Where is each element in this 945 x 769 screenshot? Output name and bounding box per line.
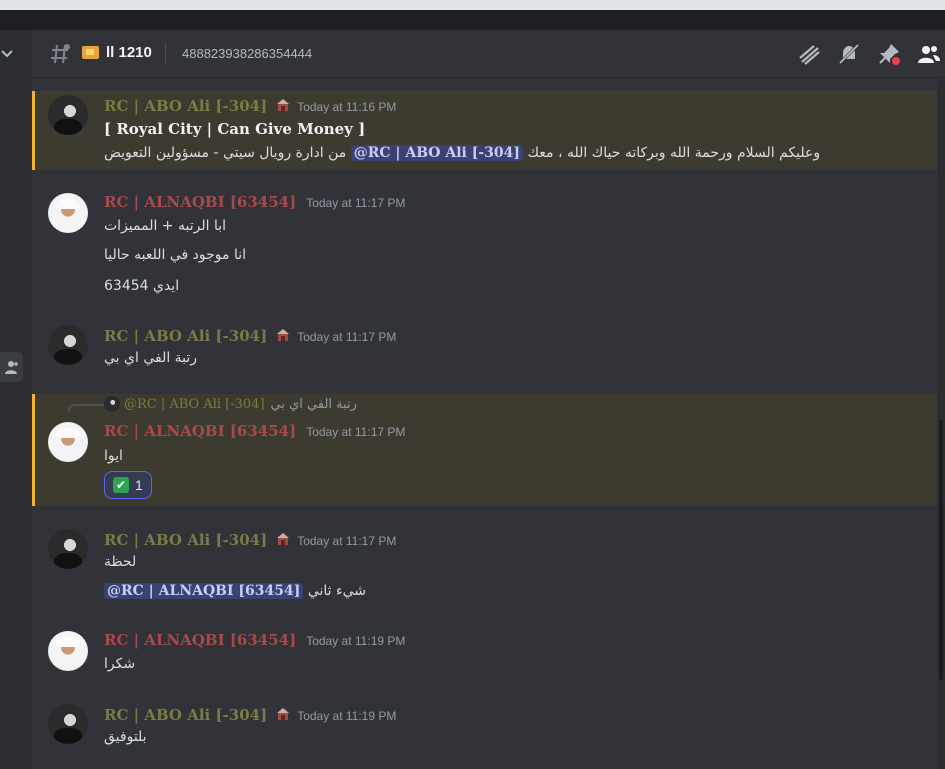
timestamp: Today at 11:17 PM [306, 425, 406, 439]
header-toolbar [797, 42, 941, 66]
timestamp: Today at 11:16 PM [297, 100, 397, 114]
username[interactable]: RC | ABO Ali [-304] [104, 97, 267, 115]
role-icon [275, 706, 291, 722]
message-header: RC | ALNAQBI [63454] Today at 11:17 PM [104, 422, 405, 440]
username[interactable]: RC | ALNAQBI [63454] [104, 631, 296, 649]
message-text: بلتوفيق [104, 729, 147, 745]
role-icon [275, 327, 291, 343]
role-icon [275, 97, 291, 113]
message-text: ايوا [104, 448, 123, 464]
avatar[interactable] [48, 95, 88, 135]
timestamp: Today at 11:19 PM [297, 709, 397, 723]
header-divider [165, 44, 166, 64]
message-item[interactable]: @RC | ABO Ali [-304] رتبة الفي اي بي RC … [32, 394, 937, 506]
message-text-mixed: من ادارة رويال سيتي - مسؤولين التعويض @R… [104, 145, 820, 161]
reply-connector [68, 404, 104, 412]
avatar[interactable] [48, 631, 88, 671]
avatar[interactable] [48, 529, 88, 569]
timestamp: Today at 11:17 PM [306, 196, 406, 210]
message-text: انا موجود في اللعبه حاليا [104, 247, 247, 263]
avatar[interactable] [48, 193, 88, 233]
username[interactable]: RC | ABO Ali [-304] [104, 327, 267, 345]
role-icon [275, 531, 291, 547]
channel-header: ll 1210 488823938286354444 [32, 30, 945, 78]
message-text-after-mention: شيء ثاني [307, 583, 367, 599]
reply-username[interactable]: @RC | ABO Ali [-304] [124, 397, 265, 412]
timestamp: Today at 11:17 PM [297, 534, 397, 548]
members-icon[interactable] [917, 42, 941, 66]
message-text: رتبة الفي اي بي [104, 350, 198, 366]
username[interactable]: RC | ABO Ali [-304] [104, 531, 267, 549]
message-text: شكرا [104, 656, 136, 672]
message-text: ابا الرتبه + المميزات [104, 218, 227, 234]
message-arabic-prefix: وعليكم السلام ورحمة الله وبركاته حياك ال… [527, 145, 821, 161]
chevron-down-icon[interactable] [0, 44, 16, 64]
browser-top-bar [0, 0, 945, 10]
message-item[interactable]: RC | ABO Ali [-304] Today at 11:17 PM لح… [32, 525, 937, 615]
channel-topic: 488823938286354444 [182, 46, 313, 61]
message-header: RC | ALNAQBI [63454] Today at 11:17 PM [104, 193, 405, 211]
avatar[interactable] [48, 325, 88, 365]
message-header: RC | ABO Ali [-304] Today at 11:16 PM [104, 95, 396, 115]
hash-icon [48, 42, 72, 66]
threads-icon[interactable] [797, 42, 821, 66]
message-header: RC | ALNAQBI [63454] Today at 11:19 PM [104, 631, 405, 649]
message-text: لحظة [104, 554, 137, 570]
message-item[interactable]: RC | ABO Ali [-304] Today at 11:16 PM [ … [32, 91, 937, 170]
message-list: RC | ABO Ali [-304] Today at 11:16 PM [ … [32, 79, 937, 769]
check-icon: ✔ [113, 477, 129, 493]
ticket-emoji-icon [82, 46, 99, 59]
message-text: [ Royal City | Can Give Money ] [104, 120, 366, 138]
username[interactable]: RC | ABO Ali [-304] [104, 706, 267, 724]
username[interactable]: RC | ALNAQBI [63454] [104, 422, 296, 440]
reply-text: رتبة الفي اي بي [270, 396, 357, 412]
message-header: RC | ABO Ali [-304] Today at 11:17 PM [104, 529, 396, 549]
channel-name: ll 1210 [106, 44, 152, 61]
message-item[interactable]: RC | ABO Ali [-304] Today at 11:19 PM بل… [32, 700, 937, 769]
add-member-icon[interactable] [0, 352, 23, 382]
user-mention[interactable]: @RC | ABO Ali [-304] [350, 145, 524, 161]
message-text-mixed: @RC | ALNAQBI [63454] شيء ثاني [104, 583, 366, 599]
pin-icon[interactable] [877, 42, 901, 66]
message-arabic-suffix: من ادارة رويال سيتي - مسؤولين التعويض [104, 145, 347, 161]
avatar[interactable] [48, 422, 88, 462]
message-header: RC | ABO Ali [-304] Today at 11:19 PM [104, 704, 396, 724]
message-item[interactable]: RC | ALNAQBI [63454] Today at 11:17 PM ا… [32, 189, 937, 299]
user-mention[interactable]: @RC | ALNAQBI [63454] [104, 583, 304, 599]
scrollbar-thumb[interactable] [939, 420, 943, 680]
message-item[interactable]: RC | ABO Ali [-304] Today at 11:17 PM رت… [32, 321, 937, 381]
avatar[interactable] [48, 704, 88, 744]
reply-avatar [104, 396, 120, 412]
reaction-count: 1 [135, 477, 143, 493]
app-title-bar [0, 10, 945, 30]
channel-sidebar-edge [0, 30, 32, 769]
mute-icon[interactable] [837, 42, 861, 66]
username[interactable]: RC | ALNAQBI [63454] [104, 193, 296, 211]
reply-preview[interactable]: @RC | ABO Ali [-304] رتبة الفي اي بي [104, 396, 357, 412]
message-text: ايدي 63454 [104, 278, 180, 294]
reaction-button[interactable]: ✔ 1 [104, 471, 152, 499]
message-item[interactable]: RC | ALNAQBI [63454] Today at 11:19 PM ش… [32, 627, 937, 687]
message-header: RC | ABO Ali [-304] Today at 11:17 PM [104, 325, 396, 345]
timestamp: Today at 11:17 PM [297, 330, 397, 344]
timestamp: Today at 11:19 PM [306, 634, 406, 648]
